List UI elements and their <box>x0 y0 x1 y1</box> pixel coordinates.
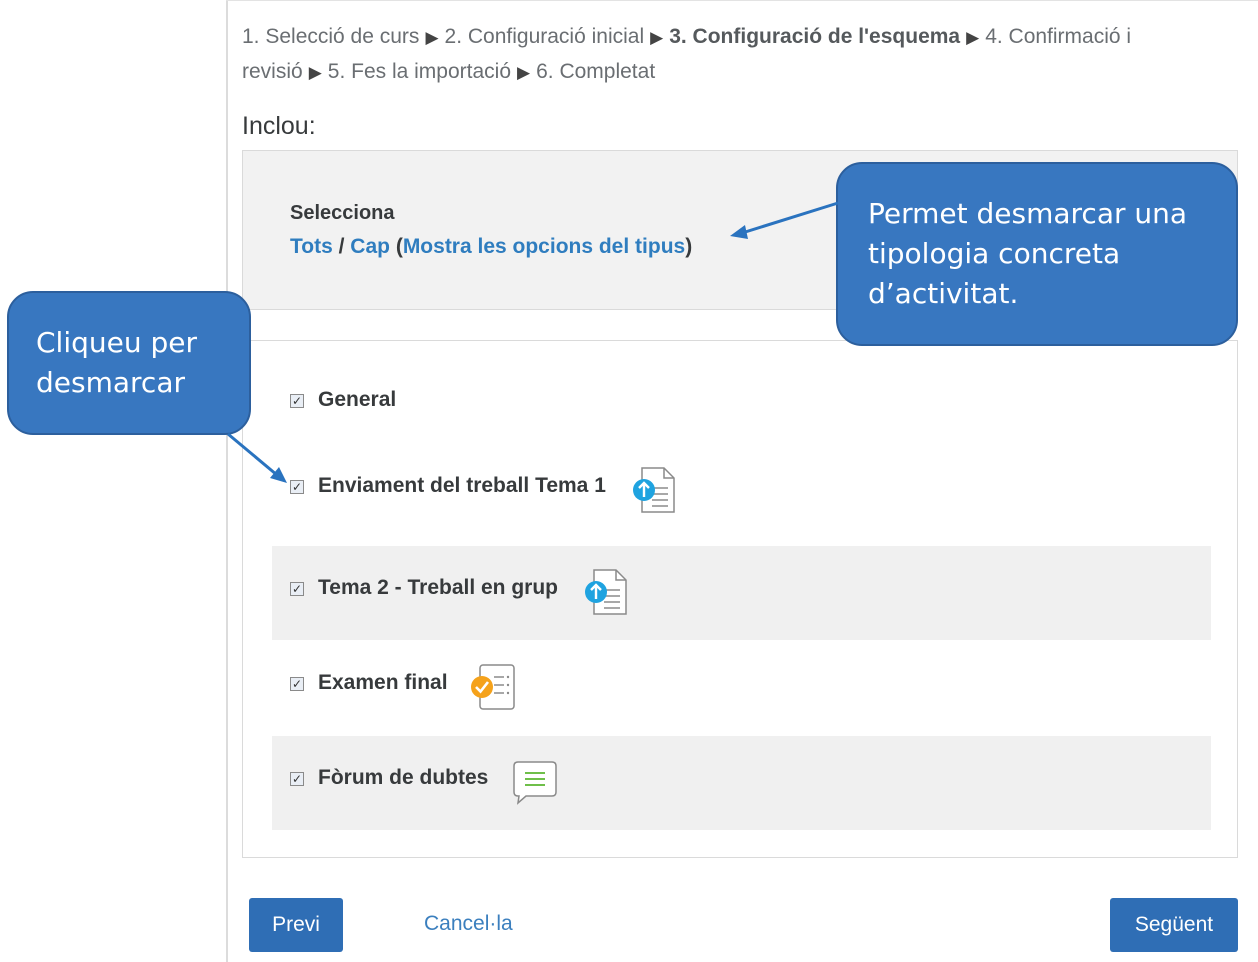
assignment-icon <box>633 467 675 513</box>
item-label: Fòrum de dubtes <box>318 766 489 789</box>
step-5: 5. Fes la importació <box>327 60 512 83</box>
list-item: ✓ Examen final <box>272 641 1211 735</box>
step-separator-icon: ▶ <box>650 28 664 47</box>
step-2: 2. Configuració inicial <box>444 25 645 48</box>
selection-links: Tots / Cap (Mostra les opcions del tipus… <box>290 235 692 259</box>
previous-button[interactable]: Previ <box>249 898 343 952</box>
forum-icon <box>513 761 557 805</box>
step-separator-icon: ▶ <box>517 63 531 82</box>
open-paren: ( <box>389 235 403 258</box>
include-heading: Inclou: <box>242 112 316 140</box>
next-button[interactable]: Següent <box>1110 898 1238 952</box>
import-steps-breadcrumb: 1. Selecció de curs ▶ 2. Configuració inic… <box>242 20 1232 90</box>
step-separator-icon: ▶ <box>966 28 980 47</box>
select-none-link[interactable]: Cap <box>350 235 390 258</box>
list-item: ✓ Fòrum de dubtes <box>272 736 1211 830</box>
include-checkbox[interactable]: ✓ <box>290 394 304 408</box>
callout-uncheck: Cliqueu per desmarcar <box>7 291 251 435</box>
step-separator-icon: ▶ <box>308 63 322 82</box>
list-item: ✓ Enviament del treball Tema 1 <box>272 444 1211 538</box>
step-separator-icon: ▶ <box>425 28 439 47</box>
step-1: 1. Selecció de curs <box>242 25 420 48</box>
item-label: Enviament del treball Tema 1 <box>318 474 606 497</box>
callout-type-options: Permet desmarcar una tipologia concreta … <box>836 162 1238 346</box>
include-checkbox[interactable]: ✓ <box>290 772 304 786</box>
slash-separator: / <box>332 235 351 258</box>
page-left-border <box>226 0 228 962</box>
show-type-options-link[interactable]: Mostra les opcions del tipus <box>403 235 685 258</box>
list-item: ✓ Tema 2 - Treball en grup <box>272 546 1211 640</box>
item-label: General <box>318 388 397 411</box>
select-all-link[interactable]: Tots <box>290 235 333 258</box>
selection-title: Selecciona <box>290 202 395 224</box>
cancel-link[interactable]: Cancel·la <box>424 912 513 936</box>
item-label: Tema 2 - Treball en grup <box>318 576 559 599</box>
quiz-icon <box>471 664 515 710</box>
callout-text: Cliqueu per desmarcar <box>36 326 198 399</box>
step-6: 6. Completat <box>536 60 656 83</box>
page-top-border <box>226 0 1258 1</box>
include-checkbox[interactable]: ✓ <box>290 582 304 596</box>
include-checkbox[interactable]: ✓ <box>290 480 304 494</box>
activity-list: ✓ General ✓ Enviament del treball Tema 1… <box>242 340 1238 858</box>
include-checkbox[interactable]: ✓ <box>290 677 304 691</box>
step-3-current: 3. Configuració de l'esquema <box>669 25 961 48</box>
item-label: Examen final <box>318 671 448 694</box>
callout-text: Permet desmarcar una tipologia concreta … <box>868 197 1188 310</box>
assignment-icon <box>585 569 627 615</box>
list-item: ✓ General <box>272 358 1211 452</box>
close-paren: ) <box>685 235 693 258</box>
